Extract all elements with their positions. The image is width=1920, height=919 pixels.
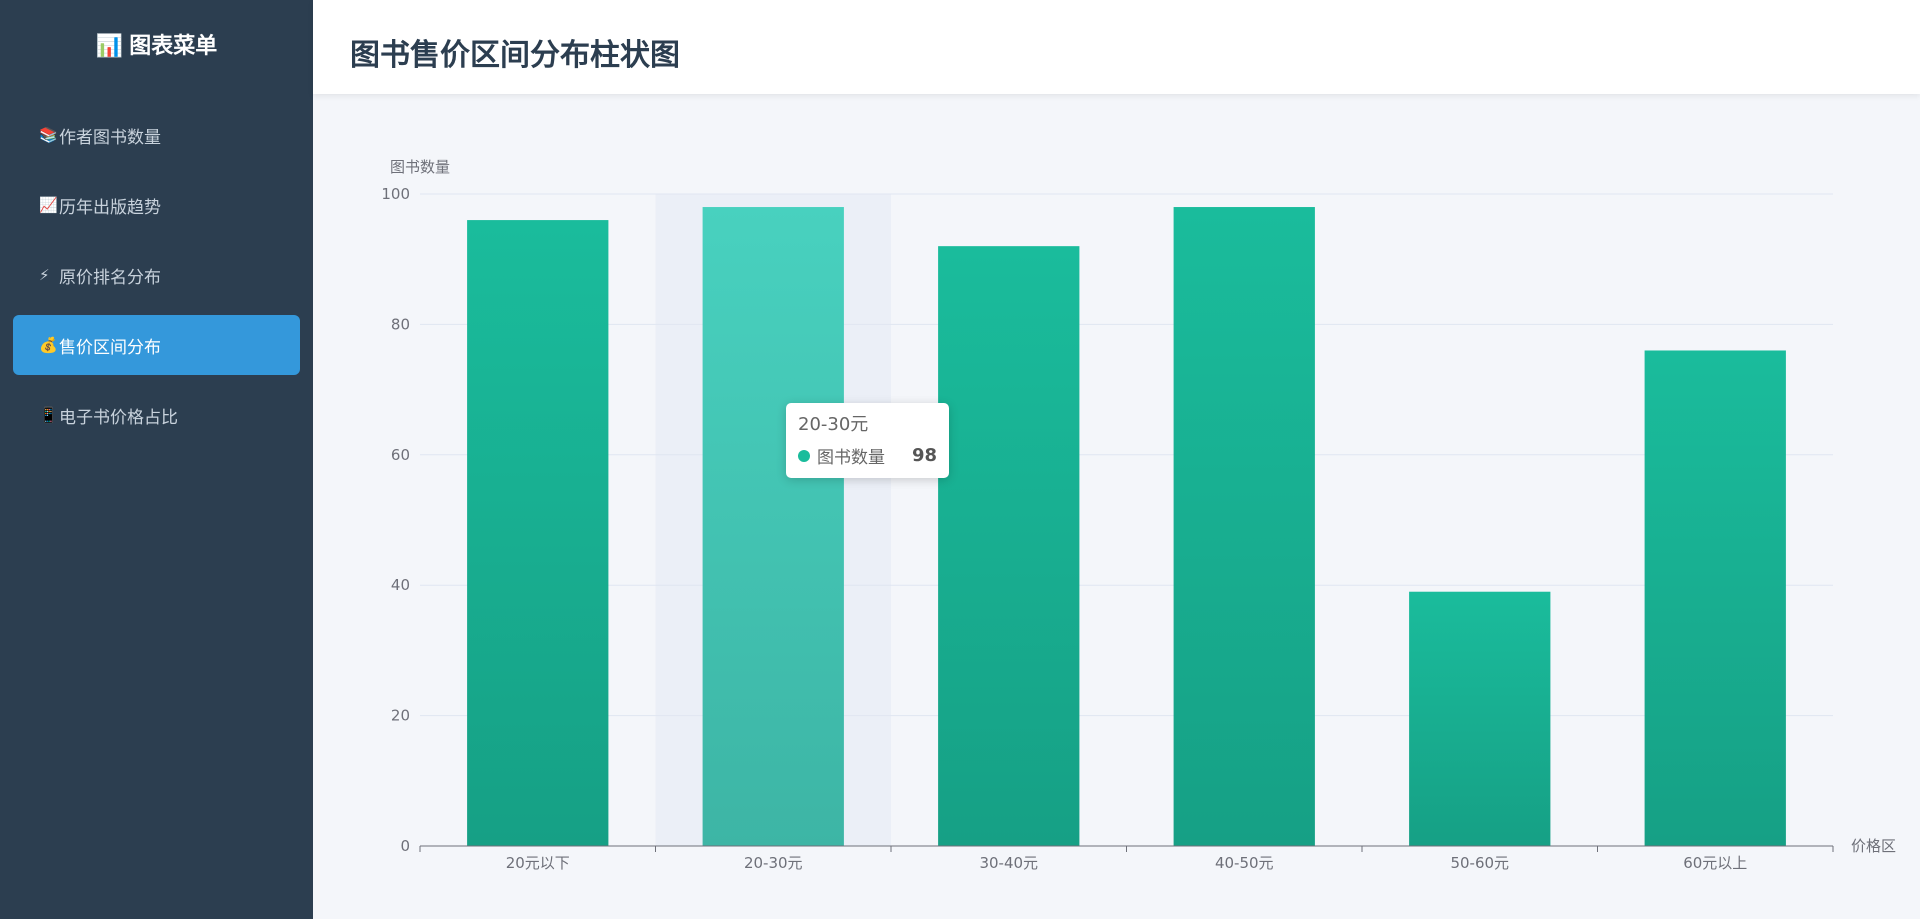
x-tick-label: 20元以下	[506, 854, 570, 872]
y-tick-label: 80	[391, 315, 410, 333]
tooltip-title: 20-30元	[798, 414, 869, 435]
bar	[702, 207, 844, 846]
sidebar-title-label: 图表菜单	[129, 34, 218, 59]
tooltip-series-name: 图书数量	[817, 448, 885, 468]
y-tick-label: 60	[391, 446, 410, 464]
bar	[1644, 350, 1786, 846]
lightning-icon: ⚡	[39, 266, 50, 284]
page-title: 图书售价区间分布柱状图	[350, 38, 680, 73]
y-axis-label: 图书数量	[390, 158, 450, 176]
x-axis-label: 价格区	[1851, 837, 1896, 855]
chart-icon: 📊	[95, 34, 124, 59]
header: 图书售价区间分布柱状图	[313, 0, 1920, 94]
x-tick-label: 40-50元	[1215, 854, 1274, 872]
bar	[1173, 207, 1315, 846]
y-tick-label: 40	[391, 576, 410, 594]
y-tick-label: 20	[391, 707, 410, 725]
money-bag-icon: 💰	[39, 336, 58, 354]
x-tick-label: 30-40元	[979, 854, 1038, 872]
sidebar: 📊 图表菜单 📚 作者图书数量 📈 历年出版趋势 ⚡ 原价排名分布 💰 售价区间分…	[0, 0, 313, 919]
x-tick-label: 60元以上	[1683, 854, 1747, 872]
menu-item-label: 电子书价格占比	[59, 407, 178, 428]
menu-item-sale-price-range[interactable]: 💰 售价区间分布	[13, 315, 300, 375]
menu-item-label: 历年出版趋势	[59, 197, 161, 218]
books-icon: 📚	[39, 126, 58, 144]
bar	[938, 246, 1080, 846]
y-tick-label: 0	[400, 837, 410, 855]
bar	[467, 220, 609, 846]
menu-item-original-price-rank[interactable]: ⚡ 原价排名分布	[13, 245, 300, 305]
tooltip-value: 98	[911, 445, 937, 466]
menu-item-label: 原价排名分布	[59, 267, 161, 288]
mobile-phone-icon: 📱	[39, 406, 58, 424]
trend-chart-icon: 📈	[39, 196, 58, 214]
y-tick-label: 100	[381, 185, 410, 203]
chart-svg[interactable]: 0 20 40 60 80 100 图书数量 20元以下 20-30元 30-40元 40-50元 5…	[313, 94, 1920, 919]
menu-item-author-count[interactable]: 📚 作者图书数量	[13, 105, 300, 165]
menu-item-label: 作者图书数量	[59, 127, 161, 148]
sidebar-title: 📊 图表菜单	[0, 28, 313, 60]
chart-tooltip: 20-30元 图书数量 98	[786, 403, 949, 478]
chart-menu: 📚 作者图书数量 📈 历年出版趋势 ⚡ 原价排名分布 💰 售价区间分布 📱 电子…	[13, 105, 300, 455]
x-tick-label: 20-30元	[744, 854, 803, 872]
menu-item-label: 售价区间分布	[59, 337, 161, 358]
bar-chart[interactable]: 0 20 40 60 80 100 图书数量 20元以下 20-30元 30-40元 40-50元 5…	[313, 94, 1920, 919]
series-dot-icon	[798, 449, 810, 462]
menu-item-ebook-price-ratio[interactable]: 📱 电子书价格占比	[13, 385, 300, 445]
x-tick-label: 50-60元	[1450, 854, 1509, 872]
tooltip-row: 图书数量 98	[798, 443, 937, 468]
bar	[1409, 591, 1551, 846]
menu-item-publish-trend[interactable]: 📈 历年出版趋势	[13, 175, 300, 235]
